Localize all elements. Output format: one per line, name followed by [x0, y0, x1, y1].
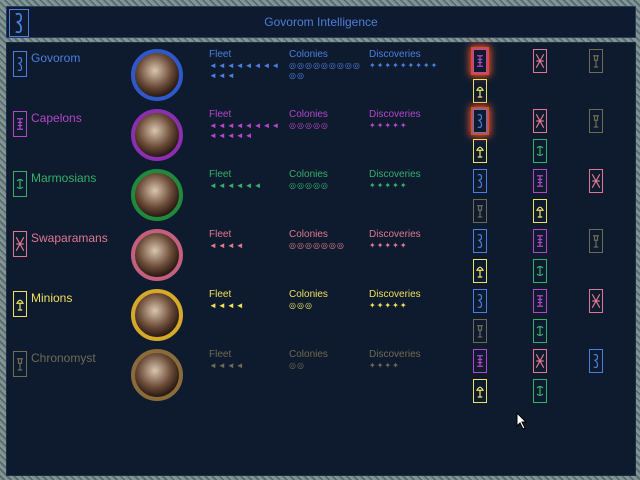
discoveries-label: Discoveries — [369, 349, 421, 360]
relation-govorom-icon[interactable] — [473, 289, 487, 313]
race-row-chronomyst[interactable]: Chronomyst Fleet ◄◄◄◄ Colonies ◎◎ Discoveries… — [13, 349, 629, 407]
colonies-label: Colonies — [289, 49, 328, 60]
fleet-icons: ◄◄◄◄ — [209, 301, 245, 310]
relation-capelons-alert-icon[interactable] — [473, 49, 487, 73]
race-name[interactable]: Minions — [31, 291, 72, 305]
discoveries-label: Discoveries — [369, 229, 421, 240]
relation-capelons-icon[interactable] — [533, 289, 547, 313]
race-portrait[interactable] — [131, 169, 183, 221]
relation-chronomyst-icon[interactable] — [589, 229, 603, 253]
fleet-icons: ◄◄◄◄ — [209, 241, 245, 250]
relation-swaparamans-icon[interactable] — [533, 349, 547, 373]
relation-govorom-icon[interactable] — [473, 169, 487, 193]
discoveries-icons: ✦✦✦✦✦ — [369, 241, 408, 250]
colonies-label: Colonies — [289, 109, 328, 120]
race-glyph-govorom-icon — [13, 51, 27, 77]
colonies-icons: ◎◎◎◎◎ — [289, 121, 329, 130]
discoveries-icons: ✦✦✦✦✦ — [369, 181, 408, 190]
relation-marmosians-icon[interactable] — [533, 139, 547, 163]
relation-chronomyst-icon[interactable] — [473, 319, 487, 343]
race-glyph-swaparamans-icon — [13, 231, 27, 257]
discoveries-icons: ✦✦✦✦✦ — [369, 301, 408, 310]
fleet-icons: ◄◄◄◄◄◄◄◄◄◄◄ — [209, 61, 281, 80]
fleet-icons: ◄◄◄◄ — [209, 361, 245, 370]
relation-minions-icon[interactable] — [473, 379, 487, 403]
fleet-label: Fleet — [209, 169, 232, 180]
race-name[interactable]: Marmosians — [31, 171, 96, 185]
stone-frame: Govorom Intelligence Govorom Fleet ◄◄◄◄◄◄◄… — [0, 0, 640, 480]
colonies-label: Colonies — [289, 169, 328, 180]
fleet-label: Fleet — [209, 349, 232, 360]
relation-govorom-alert-icon[interactable] — [473, 109, 487, 133]
window-title: Govorom Intelligence — [264, 15, 378, 29]
relation-chronomyst-icon[interactable] — [473, 199, 487, 223]
relation-govorom-icon[interactable] — [473, 229, 487, 253]
relation-capelons-icon[interactable] — [533, 229, 547, 253]
relation-swaparamans-icon[interactable] — [589, 169, 603, 193]
relation-swaparamans-icon[interactable] — [533, 109, 547, 133]
relation-minions-icon[interactable] — [533, 199, 547, 223]
relation-chronomyst-icon[interactable] — [589, 49, 603, 73]
relation-marmosians-icon[interactable] — [533, 259, 547, 283]
colonies-icons: ◎◎◎◎◎ — [289, 181, 329, 190]
discoveries-icons: ✦✦✦✦✦✦✦✦✦ — [369, 61, 439, 70]
colonies-icons: ◎◎◎◎◎◎◎◎◎◎◎ — [289, 61, 361, 80]
fleet-icons: ◄◄◄◄◄◄ — [209, 181, 263, 190]
race-name[interactable]: Chronomyst — [31, 351, 96, 365]
race-row-capelons[interactable]: Capelons Fleet ◄◄◄◄◄◄◄◄◄◄◄◄◄ Colonies ◎◎◎◎◎ D… — [13, 109, 629, 167]
fleet-label: Fleet — [209, 49, 232, 60]
relation-swaparamans-icon[interactable] — [589, 289, 603, 313]
race-portrait[interactable] — [131, 349, 183, 401]
relation-govorom-icon[interactable] — [589, 349, 603, 373]
discoveries-icons: ✦✦✦✦ — [369, 361, 400, 370]
race-portrait[interactable] — [131, 229, 183, 281]
race-glyph-minions-icon — [13, 291, 27, 317]
discoveries-icons: ✦✦✦✦✦ — [369, 121, 408, 130]
race-portrait[interactable] — [131, 109, 183, 161]
relation-marmosians-icon[interactable] — [533, 319, 547, 343]
fleet-label: Fleet — [209, 289, 232, 300]
race-name[interactable]: Capelons — [31, 111, 82, 125]
colonies-label: Colonies — [289, 349, 328, 360]
race-glyph-chronomyst-icon — [13, 351, 27, 377]
colonies-label: Colonies — [289, 289, 328, 300]
fleet-label: Fleet — [209, 109, 232, 120]
relation-capelons-icon[interactable] — [473, 349, 487, 373]
fleet-icons: ◄◄◄◄◄◄◄◄◄◄◄◄◄ — [209, 121, 281, 140]
race-row-minions[interactable]: Minions Fleet ◄◄◄◄ Colonies ◎◎◎ Discoveries ✦✦… — [13, 289, 629, 347]
race-row-marmosians[interactable]: Marmosians Fleet ◄◄◄◄◄◄ Colonies ◎◎◎◎◎ Discov… — [13, 169, 629, 227]
race-name[interactable]: Swaparamans — [31, 231, 108, 245]
title-bar: Govorom Intelligence — [6, 6, 636, 38]
race-row-govorom[interactable]: Govorom Fleet ◄◄◄◄◄◄◄◄◄◄◄ Colonies ◎◎◎◎◎◎◎◎◎… — [13, 49, 629, 107]
colonies-icons: ◎◎◎◎◎◎◎ — [289, 241, 345, 250]
discoveries-label: Discoveries — [369, 49, 421, 60]
fleet-label: Fleet — [209, 229, 232, 240]
relation-capelons-icon[interactable] — [533, 169, 547, 193]
race-glyph-marmosians-icon — [13, 171, 27, 197]
race-glyph-capelons-icon — [13, 111, 27, 137]
intelligence-panel: Govorom Fleet ◄◄◄◄◄◄◄◄◄◄◄ Colonies ◎◎◎◎◎◎◎◎◎… — [6, 42, 636, 476]
race-portrait[interactable] — [131, 49, 183, 101]
relation-chronomyst-icon[interactable] — [589, 109, 603, 133]
race-portrait[interactable] — [131, 289, 183, 341]
discoveries-label: Discoveries — [369, 289, 421, 300]
discoveries-label: Discoveries — [369, 109, 421, 120]
relation-swaparamans-icon[interactable] — [533, 49, 547, 73]
colonies-icons: ◎◎ — [289, 361, 305, 370]
race-name[interactable]: Govorom — [31, 51, 80, 65]
colonies-label: Colonies — [289, 229, 328, 240]
mouse-pointer-icon — [516, 412, 528, 430]
discoveries-label: Discoveries — [369, 169, 421, 180]
relation-marmosians-icon[interactable] — [533, 379, 547, 403]
relation-minions-icon[interactable] — [473, 139, 487, 163]
relation-minions-icon[interactable] — [473, 259, 487, 283]
race-row-swaparamans[interactable]: Swaparamans Fleet ◄◄◄◄ Colonies ◎◎◎◎◎◎◎ Disco… — [13, 229, 629, 287]
relation-minions-icon[interactable] — [473, 79, 487, 103]
colonies-icons: ◎◎◎ — [289, 301, 313, 310]
